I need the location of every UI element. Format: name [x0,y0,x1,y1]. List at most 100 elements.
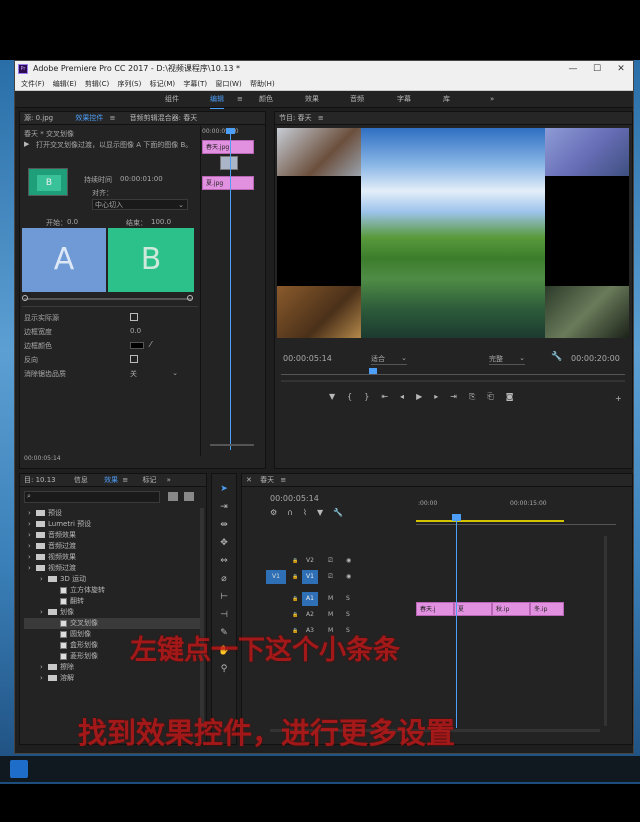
track-target[interactable]: A2 [302,608,318,622]
clip-autumn[interactable]: 秋.ip [492,602,530,616]
track-target[interactable]: V1 [302,570,318,584]
linked-selection-icon[interactable]: ⌇ [303,508,317,517]
effect-folder[interactable]: › 视频效果 [24,552,200,563]
track-lock-icon[interactable]: 🔒 [292,554,298,568]
go-to-out-icon[interactable]: ⇥ [450,392,469,401]
alignment-select[interactable]: 中心切入 ⌄ [92,199,188,210]
expand-chevron-icon[interactable]: › [40,673,48,684]
play-transition-icon[interactable]: ▶ [24,140,29,148]
track-lock-icon[interactable]: 🔒 [292,608,298,622]
workspace-editing[interactable]: 编辑 [210,91,224,109]
effect-folder[interactable]: › Lumetri 预设 [24,519,200,530]
tab-source[interactable]: 源: 0.jpg [24,114,53,122]
tab-sequence[interactable]: 春天 [260,476,274,484]
workspace-titles[interactable]: 字幕 [397,91,411,108]
expand-chevron-icon[interactable]: › [28,563,36,574]
track-lock-icon[interactable]: 🔒 [292,592,298,606]
menu-marker[interactable]: 标记(M) [150,77,176,91]
expand-chevron-icon[interactable]: › [40,574,48,585]
wrench-icon[interactable]: 🔧 [551,352,562,362]
panel-menu-icon[interactable]: ≡ [110,114,116,122]
effects-search-input[interactable]: ⌕ [24,491,160,503]
border-color-swatch[interactable] [130,342,144,349]
effect-folder[interactable]: › 音频过渡 [24,541,200,552]
mini-playhead[interactable] [230,132,231,450]
mini-playhead-handle[interactable] [226,128,235,134]
panel-menu-icon[interactable]: ≡ [318,114,324,122]
expand-chevron-icon[interactable]: › [28,552,36,563]
accelerated-effects-icon[interactable] [168,492,178,501]
effects-scrollbar[interactable] [200,508,204,728]
settings-wrench-icon[interactable]: 🔧 [333,508,353,517]
effect-folder[interactable]: › 预设 [24,508,200,519]
end-value[interactable]: 100.0 [151,218,171,226]
expand-chevron-icon[interactable]: › [40,662,48,673]
video-frame[interactable] [277,128,629,338]
slide-tool-icon[interactable]: ⊣ [217,608,231,622]
mute-icon[interactable]: M [328,608,333,622]
play-icon[interactable]: ▶ [416,392,434,401]
expand-chevron-icon[interactable]: › [28,530,36,541]
eye-icon[interactable]: ◉ [346,554,351,568]
expand-chevron-icon[interactable]: › [40,607,48,618]
tab-effects[interactable]: 效果 [104,476,118,484]
workspace-assembly[interactable]: 组件 [165,91,179,108]
workspace-effects[interactable]: 效果 [305,91,319,108]
mark-in-icon[interactable]: { [347,392,364,401]
timeline-playhead-handle[interactable] [452,514,461,521]
panel-menu-icon[interactable]: ≡ [280,476,286,484]
mini-clip-spring[interactable]: 春天.jpg [202,140,254,154]
snap-icon[interactable]: ∩ [287,508,303,517]
tab-markers[interactable]: 标记 [142,476,156,484]
taskbar-app-icon[interactable] [10,760,28,778]
effect-item[interactable]: 立方体旋转 [24,585,200,596]
timeline-playhead[interactable] [456,518,457,728]
close-tab-icon[interactable]: ✕ [246,476,252,484]
start-slider-handle[interactable] [22,295,28,301]
end-slider-handle[interactable] [187,295,193,301]
timeline-vertical-scrollbar[interactable] [604,536,607,726]
fit-select[interactable]: 适合 ⌄ [371,354,407,365]
program-playhead[interactable] [369,368,377,374]
show-actual-sources-checkbox[interactable] [130,313,138,321]
program-zoom-bar[interactable] [281,380,625,382]
eye-icon[interactable]: ◉ [346,570,351,584]
program-scrub-bar[interactable] [281,374,625,375]
selection-tool-icon[interactable]: ➤ [217,482,231,496]
lift-icon[interactable]: ⎘ [469,392,487,401]
reverse-checkbox[interactable] [130,355,138,363]
mute-icon[interactable]: M [328,592,333,606]
add-marker-icon[interactable]: ▼ [317,508,333,517]
effect-folder[interactable]: › 划像 [24,607,200,618]
quality-select[interactable]: 完整 ⌄ [489,354,525,365]
more-tabs-icon[interactable]: » [167,476,171,484]
marker-icon[interactable]: ▼ [329,392,347,401]
menu-sequence[interactable]: 序列(S) [117,77,141,91]
track-target[interactable]: V2 [302,554,318,568]
menu-window[interactable]: 窗口(W) [215,77,241,91]
clip-spring[interactable]: 春天.j [416,602,454,616]
track-lock-icon[interactable]: 🔒 [292,570,298,584]
duration-value[interactable]: 00:00:01:00 [120,175,163,183]
panel-menu-icon[interactable]: ≡ [122,476,128,484]
source-patch-v1[interactable]: V1 [266,570,286,584]
expand-chevron-icon[interactable]: › [28,519,36,530]
start-value[interactable]: 0.0 [67,218,78,226]
maximize-button[interactable]: ☐ [585,61,609,77]
work-area-bar[interactable] [416,520,564,522]
effect-controls-timecode[interactable]: 00:00:05:14 [24,455,61,462]
add-button-icon[interactable]: + [615,394,622,403]
effect-folder[interactable]: › 音频效果 [24,530,200,541]
menu-file[interactable]: 文件(F) [21,77,45,91]
timeline-timecode[interactable]: 00:00:05:14 [270,494,319,503]
tab-info[interactable]: 信息 [74,476,88,484]
menu-help[interactable]: 帮助(H) [250,77,275,91]
extract-icon[interactable]: ⎗ [487,392,505,401]
workspace-libraries[interactable]: 库 [443,91,450,108]
expand-chevron-icon[interactable]: › [28,541,36,552]
effect-item[interactable]: 翻转 [24,596,200,607]
sync-lock-icon[interactable]: ⎚ [328,554,333,568]
new-bin-icon[interactable] [184,492,194,501]
workspace-color[interactable]: 颜色 [259,91,273,108]
mini-clip-summer[interactable]: 夏.jpg [202,176,254,190]
